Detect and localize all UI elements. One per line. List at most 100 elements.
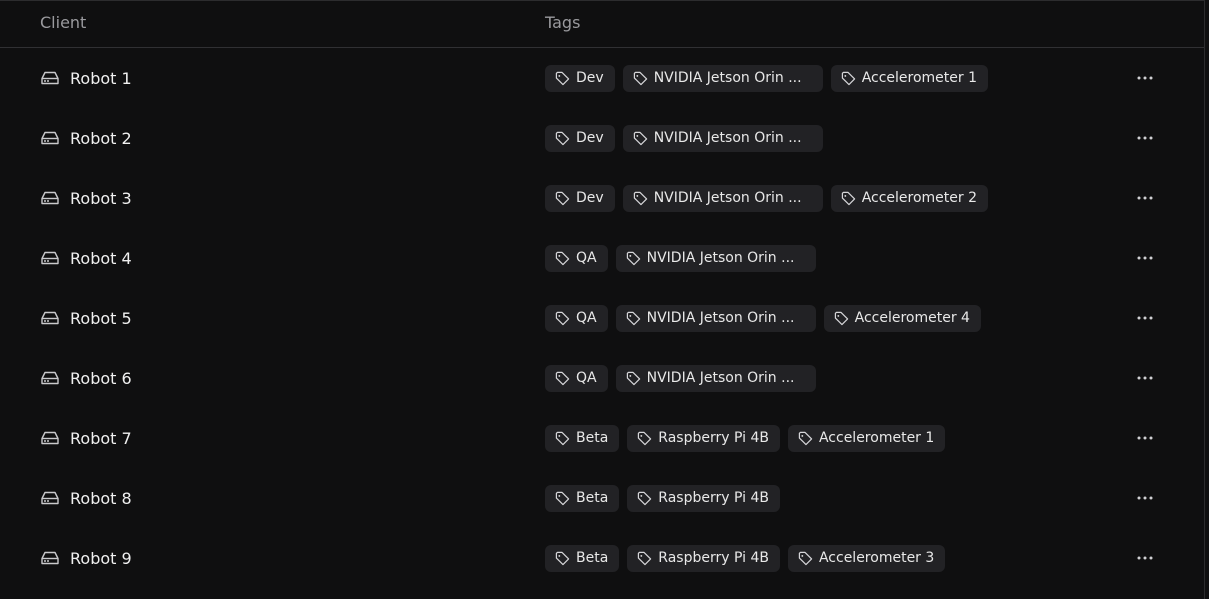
- tag-chip[interactable]: Accelerometer 2: [830, 184, 989, 212]
- row-actions-button[interactable]: [1130, 366, 1160, 390]
- client-cell[interactable]: Robot 4: [40, 228, 132, 288]
- tag-chip[interactable]: QA: [545, 304, 608, 332]
- tag-icon: [555, 191, 570, 206]
- row-actions-button[interactable]: [1130, 126, 1160, 150]
- table-row[interactable]: Robot 4 QA NVIDIA Jetson Orin ...: [0, 228, 1204, 288]
- tag-chip[interactable]: Accelerometer 4: [823, 304, 981, 332]
- tag-chip[interactable]: Raspberry Pi 4B: [627, 424, 780, 452]
- tag-label: Accelerometer 3: [818, 550, 935, 566]
- column-header-tags[interactable]: Tags: [545, 13, 580, 32]
- tag-chip[interactable]: NVIDIA Jetson Orin ...: [622, 64, 823, 92]
- server-drive-icon: [40, 308, 60, 328]
- tag-label: Raspberry Pi 4B: [658, 430, 769, 446]
- tag-chip[interactable]: Accelerometer 1: [787, 424, 946, 452]
- tag-chip[interactable]: NVIDIA Jetson Orin ...: [622, 124, 823, 152]
- client-name: Robot 8: [70, 488, 132, 508]
- more-horizontal-icon: [1137, 256, 1153, 260]
- tag-icon: [555, 311, 570, 326]
- server-drive-icon: [40, 248, 60, 268]
- clients-table: Client Tags Robot 1 Dev NVIDIA Jetson Orin…: [0, 0, 1205, 599]
- table-row[interactable]: Robot 7 Beta Raspberry Pi 4B Accelerometer …: [0, 408, 1204, 468]
- tag-icon: [841, 71, 856, 86]
- table-row[interactable]: Robot 8 Beta Raspberry Pi 4B: [0, 468, 1204, 528]
- tag-chip[interactable]: Raspberry Pi 4B: [627, 484, 780, 512]
- tag-chip[interactable]: NVIDIA Jetson Orin ...: [622, 184, 823, 212]
- column-header-client[interactable]: Client: [40, 13, 86, 32]
- client-name: Robot 1: [70, 68, 132, 88]
- tag-chip[interactable]: Beta: [545, 484, 620, 512]
- tag-chip[interactable]: Beta: [545, 424, 620, 452]
- tag-label: Beta: [576, 550, 609, 566]
- client-cell[interactable]: Robot 3: [40, 168, 132, 228]
- tag-chip[interactable]: Dev: [545, 64, 615, 92]
- tags-cell: Beta Raspberry Pi 4B Accelerometer 3: [545, 528, 946, 588]
- tag-chip[interactable]: QA: [545, 244, 608, 272]
- client-name: Robot 6: [70, 368, 132, 388]
- tag-icon: [633, 191, 648, 206]
- server-drive-icon: [40, 548, 60, 568]
- tag-icon: [626, 311, 641, 326]
- tag-chip[interactable]: Beta: [545, 544, 620, 572]
- row-actions-button[interactable]: [1130, 306, 1160, 330]
- row-actions-button[interactable]: [1130, 246, 1160, 270]
- table-row[interactable]: Robot 5 QA NVIDIA Jetson Orin ... Accelerom…: [0, 288, 1204, 348]
- tag-icon: [834, 311, 849, 326]
- tag-chip[interactable]: NVIDIA Jetson Orin ...: [615, 244, 816, 272]
- tag-chip[interactable]: Dev: [545, 124, 615, 152]
- server-drive-icon: [40, 188, 60, 208]
- row-actions-button[interactable]: [1130, 486, 1160, 510]
- client-cell[interactable]: Robot 2: [40, 108, 132, 168]
- tag-label: NVIDIA Jetson Orin ...: [646, 370, 795, 386]
- table-row[interactable]: Robot 6 QA NVIDIA Jetson Orin ...: [0, 348, 1204, 408]
- tag-label: QA: [576, 250, 597, 266]
- client-cell[interactable]: Robot 7: [40, 408, 132, 468]
- client-cell[interactable]: Robot 8: [40, 468, 132, 528]
- tag-icon: [637, 491, 652, 506]
- tag-icon: [637, 431, 652, 446]
- tag-icon: [841, 191, 856, 206]
- client-cell[interactable]: Robot 9: [40, 528, 132, 588]
- tag-label: Dev: [576, 130, 604, 146]
- table-row[interactable]: Robot 2 Dev NVIDIA Jetson Orin ...: [0, 108, 1204, 168]
- more-horizontal-icon: [1137, 76, 1153, 80]
- client-cell[interactable]: Robot 6: [40, 348, 132, 408]
- row-actions-button[interactable]: [1130, 186, 1160, 210]
- more-horizontal-icon: [1137, 376, 1153, 380]
- tag-label: Accelerometer 2: [861, 190, 978, 206]
- tag-icon: [798, 431, 813, 446]
- tag-icon: [555, 551, 570, 566]
- row-actions-button[interactable]: [1130, 66, 1160, 90]
- more-horizontal-icon: [1137, 136, 1153, 140]
- tag-icon: [633, 71, 648, 86]
- tag-icon: [633, 131, 648, 146]
- tag-label: NVIDIA Jetson Orin ...: [646, 310, 795, 326]
- tag-icon: [555, 491, 570, 506]
- tag-label: Dev: [576, 190, 604, 206]
- table-body: Robot 1 Dev NVIDIA Jetson Orin ... Accelero…: [0, 48, 1204, 588]
- table-row[interactable]: Robot 1 Dev NVIDIA Jetson Orin ... Accelero…: [0, 48, 1204, 108]
- tags-cell: Dev NVIDIA Jetson Orin ... Accelerometer 1: [545, 48, 989, 108]
- client-cell[interactable]: Robot 1: [40, 48, 132, 108]
- client-name: Robot 7: [70, 428, 132, 448]
- row-actions-button[interactable]: [1130, 546, 1160, 570]
- tags-cell: Beta Raspberry Pi 4B: [545, 468, 780, 528]
- tag-chip[interactable]: NVIDIA Jetson Orin ...: [615, 304, 816, 332]
- table-header: Client Tags: [0, 1, 1204, 48]
- tag-label: Dev: [576, 70, 604, 86]
- row-actions-button[interactable]: [1130, 426, 1160, 450]
- tag-chip[interactable]: Raspberry Pi 4B: [627, 544, 780, 572]
- table-row[interactable]: Robot 3 Dev NVIDIA Jetson Orin ... Accelero…: [0, 168, 1204, 228]
- tag-icon: [798, 551, 813, 566]
- tag-icon: [555, 71, 570, 86]
- tag-chip[interactable]: NVIDIA Jetson Orin ...: [615, 364, 816, 392]
- tag-chip[interactable]: QA: [545, 364, 608, 392]
- tag-label: Accelerometer 4: [854, 310, 970, 326]
- tag-label: Raspberry Pi 4B: [658, 550, 769, 566]
- table-row[interactable]: Robot 9 Beta Raspberry Pi 4B Accelerometer …: [0, 528, 1204, 588]
- client-name: Robot 3: [70, 188, 132, 208]
- tag-chip[interactable]: Dev: [545, 184, 615, 212]
- tag-chip[interactable]: Accelerometer 3: [787, 544, 946, 572]
- tag-chip[interactable]: Accelerometer 1: [830, 64, 989, 92]
- tags-cell: Dev NVIDIA Jetson Orin ...: [545, 108, 823, 168]
- client-cell[interactable]: Robot 5: [40, 288, 132, 348]
